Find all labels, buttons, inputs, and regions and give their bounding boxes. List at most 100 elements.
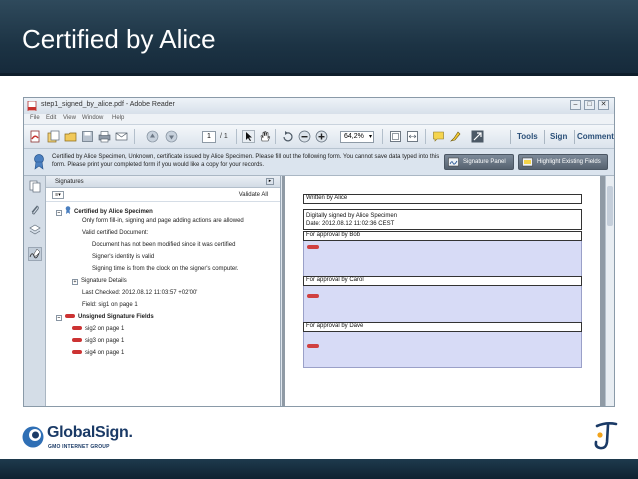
highlight-text-icon[interactable]: [449, 130, 462, 143]
zoom-level-select[interactable]: 64,2% ▾: [340, 131, 374, 143]
signatures-pane-icon[interactable]: [28, 247, 42, 261]
menu-window[interactable]: Window: [82, 115, 103, 121]
previous-page-icon[interactable]: [146, 130, 159, 143]
certified-signature-label: Certified by Alice Specimen: [74, 209, 153, 215]
attachment-paperclip-icon[interactable]: [29, 204, 41, 217]
tools-pane-link[interactable]: Tools: [517, 132, 538, 141]
signatures-panel: Signatures ▸ ≡▾ Validate All − Certified …: [46, 176, 281, 406]
zoom-level-value: 64,2%: [344, 133, 364, 140]
approval-dave-field[interactable]: For approval by Dave: [303, 322, 582, 332]
field-line: Field: sig1 on page 1: [82, 302, 138, 308]
tree-line: Valid certified Document:: [82, 230, 149, 236]
unsigned-field-marker: [307, 344, 319, 348]
open-folder-icon[interactable]: [64, 130, 77, 143]
highlight-fields-button[interactable]: Highlight Existing Fields: [518, 154, 608, 170]
maximize-button[interactable]: □: [584, 100, 595, 110]
unsigned-field-icon: [65, 314, 75, 318]
document-view: Written by Alice Digitally signed by Ali…: [282, 176, 614, 406]
next-page-icon[interactable]: [165, 130, 178, 143]
unsigned-field-item[interactable]: sig2 on page 1: [72, 326, 124, 332]
menu-edit[interactable]: Edit: [46, 115, 56, 121]
slide-title: Certified by Alice: [22, 24, 216, 54]
menu-view[interactable]: View: [63, 115, 76, 121]
fit-page-icon[interactable]: [389, 130, 402, 143]
signature-details-node[interactable]: + Signature Details: [72, 278, 127, 285]
menu-bar: File Edit View Window Help: [24, 114, 614, 125]
close-window-button[interactable]: ✕: [598, 100, 609, 110]
highlight-fields-icon: [522, 157, 533, 167]
unsigned-field-marker: [307, 294, 319, 298]
approval-bob-field[interactable]: For approval by Bob: [303, 231, 582, 241]
email-icon[interactable]: [115, 130, 128, 143]
fit-width-icon[interactable]: [406, 130, 419, 143]
unsigned-field-icon: [72, 326, 82, 330]
sig3-field[interactable]: [303, 286, 582, 322]
slide: Certified by Alice step1_signed_by_alice…: [0, 0, 638, 479]
certified-signature-node[interactable]: − Certified by Alice Specimen: [56, 206, 153, 216]
globalsign-subbrand: GMO INTERNET GROUP: [48, 444, 110, 450]
signatures-panel-header: Signatures ▸: [46, 176, 280, 188]
signature-pen-icon: [448, 157, 459, 167]
certified-ribbon-icon: [34, 154, 44, 170]
combine-files-icon[interactable]: [47, 130, 60, 143]
unsigned-field-label: sig4 on page 1: [85, 350, 125, 356]
certification-message: Certified by Alice Specimen, Unknown, ce…: [52, 154, 440, 168]
comment-pane-link[interactable]: Comment: [577, 132, 614, 141]
layers-icon[interactable]: [29, 223, 41, 236]
unsigned-field-item[interactable]: sig3 on page 1: [72, 338, 124, 344]
pdf-file-icon: [27, 101, 37, 111]
collapse-panel-button[interactable]: ▸: [266, 178, 274, 185]
rotate-view-icon[interactable]: [281, 130, 294, 143]
signature-message-bar: Certified by Alice Specimen, Unknown, ce…: [24, 149, 614, 176]
collapse-node-button[interactable]: −: [56, 210, 62, 216]
unsigned-field-marker: [307, 245, 319, 249]
toolbar-separator: [510, 130, 511, 144]
alice-signature-field[interactable]: Digitally signed by Alice Specimen Date:…: [303, 209, 582, 230]
itext-j-logo-icon: [594, 422, 618, 450]
unsigned-field-item[interactable]: sig4 on page 1: [72, 350, 124, 356]
page-number-input[interactable]: 1: [202, 131, 216, 143]
signature-line: Digitally signed by Alice Specimen: [306, 213, 398, 219]
page-thumbnails-icon[interactable]: [29, 180, 41, 193]
minimize-button[interactable]: –: [570, 100, 581, 110]
signature-panel-label: Signature Panel: [463, 159, 506, 165]
window-title: step1_signed_by_alice.pdf - Adobe Reader: [41, 101, 175, 108]
chevron-down-icon: ▾: [368, 134, 372, 140]
main-toolbar: 1 / 1 64,2% ▾ Tools Sign Comment: [24, 125, 614, 149]
written-by-field[interactable]: Written by Alice: [303, 194, 582, 204]
sig2-field[interactable]: [303, 241, 582, 276]
zoom-in-icon[interactable]: [315, 130, 328, 143]
approval-carol-field[interactable]: For approval by Carol: [303, 276, 582, 286]
adobe-reader-window: step1_signed_by_alice.pdf - Adobe Reader…: [23, 97, 615, 407]
slide-bottom-bar: [0, 459, 638, 479]
sign-pane-link[interactable]: Sign: [550, 132, 567, 141]
collapse-node-button[interactable]: −: [56, 315, 62, 321]
expand-node-button[interactable]: +: [72, 279, 78, 285]
sig4-field[interactable]: [303, 332, 582, 368]
signature-panel-button[interactable]: Signature Panel: [444, 154, 514, 170]
save-icon[interactable]: [81, 130, 94, 143]
scrollbar-thumb[interactable]: [607, 186, 613, 226]
toolbar-separator: [544, 130, 545, 144]
print-icon[interactable]: [98, 130, 111, 143]
toolbar-separator: [574, 130, 575, 144]
highlight-fields-label: Highlight Existing Fields: [537, 159, 601, 165]
comment-bubble-icon[interactable]: [432, 130, 445, 143]
validate-all-link[interactable]: Validate All: [239, 192, 268, 198]
unsigned-fields-label: Unsigned Signature Fields: [78, 314, 154, 320]
options-menu-button[interactable]: ≡▾: [52, 191, 64, 199]
hand-tool-icon[interactable]: [258, 130, 271, 143]
unsigned-fields-node[interactable]: − Unsigned Signature Fields: [56, 314, 154, 321]
last-checked-line: Last Checked: 2012.08.12 11:03:57 +02'00…: [82, 290, 198, 296]
vertical-scrollbar[interactable]: [605, 176, 614, 406]
expand-icon[interactable]: [471, 130, 484, 143]
navigation-pane-strip: [24, 176, 46, 406]
page-total: / 1: [220, 133, 228, 140]
toolbar-separator: [275, 129, 276, 144]
select-cursor-icon[interactable]: [242, 130, 255, 143]
certified-ribbon-icon: [65, 206, 71, 214]
zoom-out-icon[interactable]: [298, 130, 311, 143]
menu-help[interactable]: Help: [112, 115, 124, 121]
menu-file[interactable]: File: [30, 115, 40, 121]
create-pdf-icon[interactable]: [29, 130, 42, 143]
